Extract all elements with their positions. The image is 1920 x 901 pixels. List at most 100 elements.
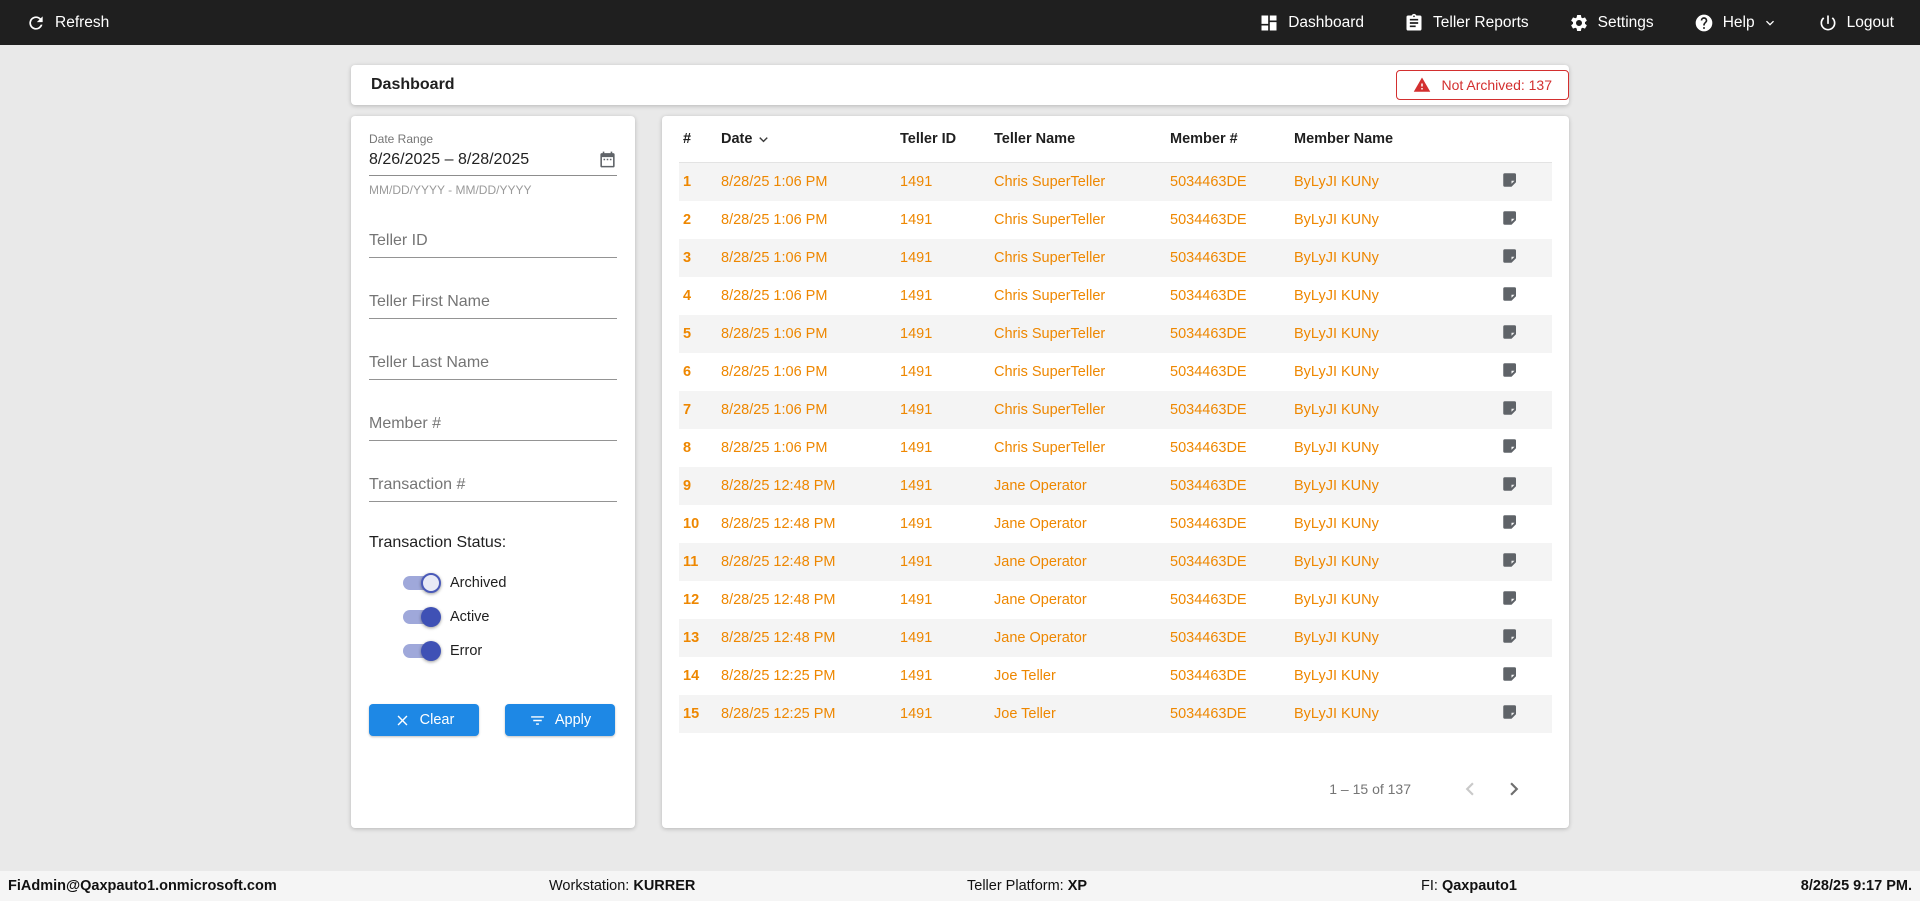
table-row[interactable]: 4 8/28/25 1:06 PM 1491 Chris SuperTeller…: [679, 277, 1552, 315]
page-title: Dashboard: [371, 76, 455, 93]
refresh-button[interactable]: Refresh: [26, 13, 109, 33]
note-icon[interactable]: [1501, 589, 1519, 611]
teller-id-input[interactable]: [369, 224, 617, 258]
teller-first-name-input[interactable]: [369, 285, 617, 319]
not-archived-badge[interactable]: Not Archived: 137: [1396, 70, 1569, 100]
row-teller-id: 1491: [900, 477, 933, 494]
note-icon[interactable]: [1501, 399, 1519, 421]
table-row[interactable]: 11 8/28/25 12:48 PM 1491 Jane Operator 5…: [679, 542, 1552, 581]
status-toggle-row: Archived: [403, 566, 617, 600]
note-icon[interactable]: [1501, 437, 1519, 459]
column-header-member-number[interactable]: Member #: [1170, 116, 1294, 163]
row-teller-name: Chris SuperTeller: [994, 325, 1106, 342]
table-row[interactable]: 7 8/28/25 1:06 PM 1491 Chris SuperTeller…: [679, 390, 1552, 429]
apply-button[interactable]: Apply: [505, 704, 615, 736]
row-teller-id: 1491: [900, 515, 933, 532]
note-icon[interactable]: [1501, 513, 1519, 535]
row-teller-id: 1491: [900, 439, 933, 456]
column-header-member-name[interactable]: Member Name: [1294, 116, 1487, 163]
row-date: 8/28/25 1:06 PM: [721, 325, 828, 342]
table-row[interactable]: 12 8/28/25 12:48 PM 1491 Jane Operator 5…: [679, 581, 1552, 619]
table-row[interactable]: 8 8/28/25 1:06 PM 1491 Chris SuperTeller…: [679, 429, 1552, 467]
nav-settings-label: Settings: [1597, 13, 1654, 31]
note-icon[interactable]: [1501, 551, 1519, 573]
row-teller-id: 1491: [900, 287, 933, 304]
column-header-date[interactable]: Date: [721, 116, 900, 163]
clear-button[interactable]: Clear: [369, 704, 479, 736]
chevron-left-icon[interactable]: [1455, 774, 1485, 804]
row-number: 10: [683, 515, 700, 532]
row-date: 8/28/25 1:06 PM: [721, 439, 828, 456]
row-date: 8/28/25 12:48 PM: [721, 591, 836, 608]
nav-help-label: Help: [1722, 13, 1755, 31]
row-date: 8/28/25 1:06 PM: [721, 211, 828, 228]
teller-last-name-input[interactable]: [369, 346, 617, 380]
row-member-number: 5034463DE: [1170, 553, 1247, 570]
row-teller-id: 1491: [900, 363, 933, 380]
row-member-number: 5034463DE: [1170, 211, 1247, 228]
table-row[interactable]: 10 8/28/25 12:48 PM 1491 Jane Operator 5…: [679, 505, 1552, 543]
row-number: 15: [683, 705, 700, 722]
table-row[interactable]: 14 8/28/25 12:25 PM 1491 Joe Teller 5034…: [679, 657, 1552, 695]
note-icon[interactable]: [1501, 171, 1519, 193]
row-number: 9: [683, 477, 692, 494]
nav-logout[interactable]: Logout: [1818, 13, 1894, 33]
row-teller-name: Jane Operator: [994, 553, 1087, 570]
table-row[interactable]: 3 8/28/25 1:06 PM 1491 Chris SuperTeller…: [679, 238, 1552, 277]
nav-teller-reports-label: Teller Reports: [1433, 13, 1529, 31]
row-teller-name: Chris SuperTeller: [994, 363, 1106, 380]
column-header-teller-name[interactable]: Teller Name: [994, 116, 1170, 163]
date-range-input[interactable]: [369, 150, 598, 169]
row-date: 8/28/25 12:48 PM: [721, 477, 836, 494]
table-row[interactable]: 13 8/28/25 12:48 PM 1491 Jane Operator 5…: [679, 618, 1552, 657]
note-icon[interactable]: [1501, 247, 1519, 269]
table-row[interactable]: 15 8/28/25 12:25 PM 1491 Joe Teller 5034…: [679, 694, 1552, 733]
status-toggle-group: Archived Active Error: [369, 566, 617, 668]
nav-teller-reports[interactable]: Teller Reports: [1404, 13, 1529, 33]
note-icon[interactable]: [1501, 361, 1519, 383]
row-date: 8/28/25 1:06 PM: [721, 287, 828, 304]
note-icon[interactable]: [1501, 627, 1519, 649]
column-header-number: #: [683, 131, 692, 147]
row-teller-name: Jane Operator: [994, 629, 1087, 646]
row-teller-id: 1491: [900, 629, 933, 646]
table-row[interactable]: 6 8/28/25 1:06 PM 1491 Chris SuperTeller…: [679, 353, 1552, 391]
date-range-field: [369, 148, 617, 176]
note-icon[interactable]: [1501, 665, 1519, 687]
table-row[interactable]: 9 8/28/25 12:48 PM 1491 Jane Operator 50…: [679, 466, 1552, 505]
row-date: 8/28/25 12:48 PM: [721, 629, 836, 646]
table-row[interactable]: 2 8/28/25 1:06 PM 1491 Chris SuperTeller…: [679, 201, 1552, 239]
nav-help[interactable]: Help: [1694, 13, 1778, 33]
note-icon[interactable]: [1501, 323, 1519, 345]
help-icon: [1694, 13, 1714, 33]
row-date: 8/28/25 1:06 PM: [721, 401, 828, 418]
note-icon[interactable]: [1501, 703, 1519, 725]
row-member-name: ByLyJI KUNy: [1294, 249, 1379, 266]
note-icon[interactable]: [1501, 209, 1519, 231]
column-header-teller-id[interactable]: Teller ID: [900, 116, 994, 163]
table-row[interactable]: 5 8/28/25 1:06 PM 1491 Chris SuperTeller…: [679, 314, 1552, 353]
row-member-name: ByLyJI KUNy: [1294, 401, 1379, 418]
transaction-number-input[interactable]: [369, 468, 617, 502]
member-number-input[interactable]: [369, 407, 617, 441]
transactions-table: # Date Teller ID Teller Name Member # Me…: [679, 116, 1552, 733]
toggle-switch[interactable]: [403, 607, 441, 627]
row-member-number: 5034463DE: [1170, 173, 1247, 190]
row-member-name: ByLyJI KUNy: [1294, 591, 1379, 608]
nav-settings[interactable]: Settings: [1569, 13, 1654, 33]
row-date: 8/28/25 12:25 PM: [721, 667, 836, 684]
row-teller-name: Chris SuperTeller: [994, 173, 1106, 190]
nav-dashboard[interactable]: Dashboard: [1259, 13, 1364, 33]
nav-dashboard-label: Dashboard: [1288, 13, 1365, 31]
clear-button-label: Clear: [419, 712, 455, 728]
note-icon[interactable]: [1501, 285, 1519, 307]
row-member-name: ByLyJI KUNy: [1294, 325, 1379, 342]
toggle-switch[interactable]: [403, 641, 441, 661]
toggle-switch[interactable]: [403, 573, 441, 593]
chevron-right-icon[interactable]: [1499, 774, 1529, 804]
table-row[interactable]: 1 8/28/25 1:06 PM 1491 Chris SuperTeller…: [679, 162, 1552, 201]
row-number: 3: [683, 249, 692, 266]
row-teller-name: Chris SuperTeller: [994, 211, 1106, 228]
note-icon[interactable]: [1501, 475, 1519, 497]
calendar-icon[interactable]: [598, 150, 617, 169]
